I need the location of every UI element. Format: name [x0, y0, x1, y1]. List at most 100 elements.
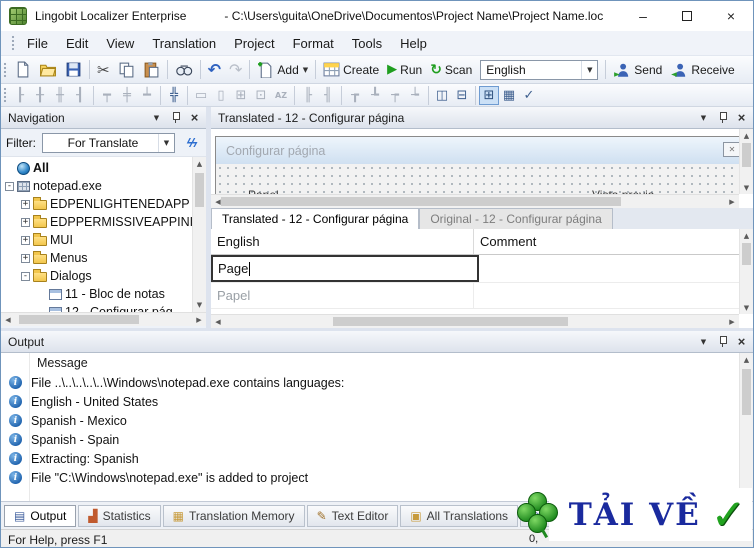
scrollbar-thumb[interactable]: [333, 317, 568, 326]
column-header-comment[interactable]: Comment: [473, 229, 739, 254]
menu-translation[interactable]: Translation: [143, 33, 225, 54]
panel-pin-button[interactable]: [715, 334, 730, 349]
panel-close-button[interactable]: ×: [734, 334, 749, 349]
bottom-tab-translation-memory[interactable]: ▦ Translation Memory: [162, 504, 305, 527]
maximize-button[interactable]: [665, 1, 709, 31]
tree-item-edpenlightenedapp[interactable]: + EDPENLIGHTENEDAPP: [1, 195, 192, 213]
dialog-preview[interactable]: Configurar página ✕ Papel Vista previa ▲…: [211, 129, 753, 208]
scroll-down-arrow[interactable]: ▼: [740, 181, 753, 194]
save-button[interactable]: [61, 58, 86, 81]
comment-cell[interactable]: [473, 283, 753, 308]
preview-dialog[interactable]: Configurar página ✕ Papel Vista previa: [215, 136, 739, 194]
output-message-row[interactable]: i Spanish - Spain: [1, 430, 753, 449]
tab-translated[interactable]: Translated - 12 - Configurar página: [211, 208, 420, 229]
copy-button[interactable]: [114, 58, 139, 81]
scrollbar-thumb[interactable]: [742, 369, 751, 415]
bottom-tab-statistics[interactable]: ▟ Statistics: [78, 504, 161, 527]
new-project-button[interactable]: [10, 58, 35, 81]
center-controls-icon[interactable]: ⊟: [452, 86, 472, 105]
paste-button[interactable]: [139, 58, 164, 81]
tree-item-edppermissiveappini[interactable]: + EDPPERMISSIVEAPPINI: [1, 213, 192, 231]
run-button[interactable]: ▶ Run: [383, 58, 426, 81]
scroll-up-arrow[interactable]: ▲: [740, 229, 753, 242]
menu-format[interactable]: Format: [284, 33, 343, 54]
message-column-header[interactable]: Message: [1, 353, 753, 373]
center-in-dialog-icon[interactable]: ╬: [164, 86, 184, 105]
create-button[interactable]: Create: [319, 58, 383, 81]
scroll-up-arrow[interactable]: ▲: [740, 353, 753, 367]
undo-button[interactable]: ↶: [204, 58, 225, 81]
menu-edit[interactable]: Edit: [57, 33, 97, 54]
menu-project[interactable]: Project: [225, 33, 283, 54]
panel-menu-button[interactable]: ▼: [696, 334, 711, 349]
grid-vertical-scrollbar[interactable]: ▲ ▼: [739, 229, 753, 314]
scrollbar-thumb[interactable]: [742, 243, 751, 265]
test-dialog-icon[interactable]: ◫: [432, 86, 452, 105]
panel-menu-button[interactable]: ▼: [696, 110, 711, 125]
output-message-row[interactable]: i File "C:\Windows\notepad.exe" is added …: [1, 468, 753, 487]
language-combobox[interactable]: English ▼: [480, 59, 599, 80]
tree-expander-icon[interactable]: +: [21, 199, 30, 209]
menu-view[interactable]: View: [97, 33, 143, 54]
scroll-right-arrow[interactable]: ▶: [725, 195, 739, 209]
scrollbar-thumb[interactable]: [742, 143, 751, 167]
refresh-filter-button[interactable]: ϟϟ: [181, 133, 201, 153]
tree-expander-icon[interactable]: +: [21, 253, 30, 263]
find-button[interactable]: [171, 58, 197, 81]
tree-item-12-configurar-p-g[interactable]: 12 - Configurar pág: [1, 303, 192, 312]
original-text-cell[interactable]: Papel: [211, 288, 473, 303]
preview-vertical-scrollbar[interactable]: ▲ ▼: [739, 129, 753, 194]
scroll-down-arrow[interactable]: ▼: [740, 301, 753, 314]
output-message-row[interactable]: i Spanish - Mexico: [1, 411, 753, 430]
scroll-right-arrow[interactable]: ▶: [725, 315, 739, 329]
scroll-left-arrow[interactable]: ◀: [211, 315, 225, 329]
tree-item-11-bloc-de-notas[interactable]: 11 - Bloc de notas: [1, 285, 192, 303]
bottom-tab-text-editor[interactable]: ✎ Text Editor: [306, 504, 399, 527]
scroll-left-arrow[interactable]: ◀: [1, 313, 15, 327]
tree-horizontal-scrollbar[interactable]: ◀ ▶: [1, 312, 206, 326]
add-file-button[interactable]: Add ▼: [253, 58, 312, 81]
close-button[interactable]: ×: [709, 1, 753, 31]
menu-file[interactable]: File: [18, 33, 57, 54]
panel-close-button[interactable]: ×: [734, 110, 749, 125]
menu-help[interactable]: Help: [391, 33, 436, 54]
bottom-tab-output[interactable]: ▤ Output: [4, 504, 77, 527]
cut-button[interactable]: ✂: [93, 58, 114, 81]
output-vertical-scrollbar[interactable]: ▲ ▼: [739, 353, 753, 501]
output-message-row[interactable]: i English - United States: [1, 392, 753, 411]
scrollbar-thumb[interactable]: [19, 315, 139, 324]
tree-vertical-scrollbar[interactable]: ▲ ▼: [192, 157, 206, 312]
tree-expander-icon[interactable]: +: [21, 235, 30, 245]
filter-combobox[interactable]: For Translate ▼: [42, 132, 175, 153]
scroll-right-arrow[interactable]: ▶: [192, 313, 206, 327]
menu-tools[interactable]: Tools: [343, 33, 391, 54]
preview-horizontal-scrollbar[interactable]: ◀ ▶: [211, 194, 739, 208]
send-button[interactable]: Send: [609, 58, 666, 81]
output-message-row[interactable]: i Extracting: Spanish: [1, 449, 753, 468]
tree-item-notepad-exe[interactable]: - notepad.exe: [1, 177, 192, 195]
scroll-up-arrow[interactable]: ▲: [193, 157, 206, 171]
column-header-english[interactable]: English: [211, 229, 473, 254]
dialog-preview-canvas[interactable]: Configurar página ✕ Papel Vista previa: [211, 129, 739, 194]
bottom-tab-all-translations[interactable]: ▣ All Translations: [400, 504, 519, 527]
tab-original[interactable]: Original - 12 - Configurar página: [419, 208, 613, 229]
open-project-button[interactable]: [35, 58, 61, 81]
translation-edit-cell[interactable]: Page: [211, 255, 479, 282]
panel-pin-button[interactable]: [168, 110, 183, 125]
tree-item-all[interactable]: All: [1, 159, 192, 177]
tree-expander-icon[interactable]: +: [21, 217, 30, 227]
scan-button[interactable]: ↻ Scan: [426, 58, 476, 81]
output-message-row[interactable]: i File ..\..\..\..\..\Windows\notepad.exe…: [1, 373, 753, 392]
grid-row-original[interactable]: Papel: [211, 283, 753, 309]
tree-item-dialogs[interactable]: - Dialogs: [1, 267, 192, 285]
scrollbar-thumb[interactable]: [221, 197, 621, 206]
toggle-grid-icon[interactable]: ⊞: [479, 85, 499, 105]
check-mnemonics-icon[interactable]: ✓: [519, 86, 539, 105]
scroll-down-arrow[interactable]: ▼: [193, 298, 206, 312]
scroll-up-arrow[interactable]: ▲: [740, 129, 753, 142]
tree-expander-icon[interactable]: -: [21, 271, 30, 281]
receive-button[interactable]: Receive: [666, 58, 738, 81]
panel-pin-button[interactable]: [715, 110, 730, 125]
grid-horizontal-scrollbar[interactable]: ◀ ▶: [211, 314, 739, 328]
scrollbar-thumb[interactable]: [195, 173, 204, 207]
